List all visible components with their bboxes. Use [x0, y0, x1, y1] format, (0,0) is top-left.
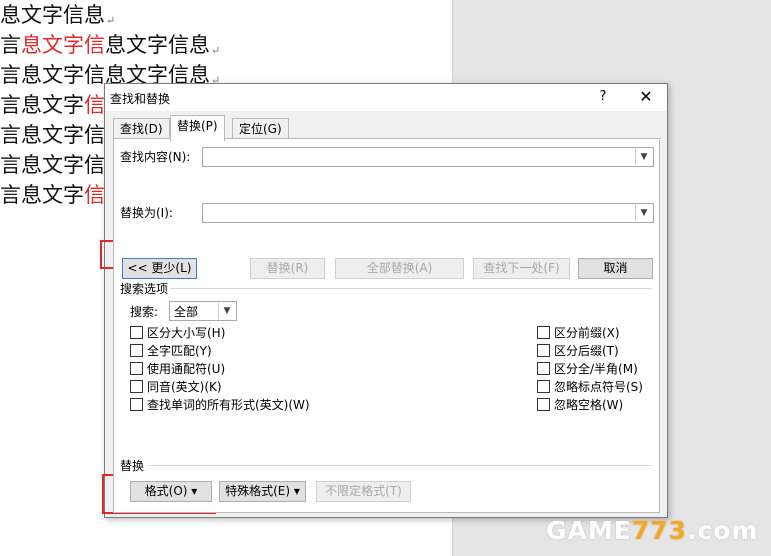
- tab-goto[interactable]: 定位(G): [232, 118, 289, 140]
- option-wildcards-label: 使用通配符(U): [147, 362, 226, 376]
- search-options-heading: 搜索选项: [120, 282, 169, 296]
- less-button[interactable]: << 更少(L): [122, 258, 197, 279]
- option-ignore-space-label: 忽略空格(W): [554, 398, 624, 412]
- checkbox-sounds-like[interactable]: [130, 380, 143, 393]
- search-direction-select[interactable]: 全部 ▼: [169, 301, 237, 321]
- doc-text-segment: 言息文字: [0, 183, 84, 207]
- help-button[interactable]: ?: [593, 87, 613, 107]
- dialog-title: 查找和替换: [110, 92, 171, 106]
- doc-text-segment: 信: [84, 183, 105, 207]
- find-next-button[interactable]: 查找下一处(F): [473, 258, 570, 279]
- dialog-titlebar[interactable]: 查找和替换 ? ✕: [105, 84, 667, 111]
- replace-section-heading: 替换: [120, 459, 145, 473]
- option-width-label: 区分全/半角(M): [554, 362, 638, 376]
- option-sounds-like-label: 同音(英文)(K): [147, 380, 222, 394]
- option-match-prefix-label: 区分前缀(X): [554, 326, 620, 340]
- format-button[interactable]: 格式(O) ▾: [130, 481, 212, 502]
- option-match-case-label: 区分大小写(H): [147, 326, 226, 340]
- find-replace-dialog: 查找和替换 ? ✕ 查找(D) 替换(P) 定位(G) 查找内容(N): ▼ 替…: [104, 83, 668, 518]
- site-watermark-logo: GAME773.com: [546, 516, 759, 545]
- doc-text-segment: 信: [84, 93, 105, 117]
- option-whole-word-label: 全字匹配(Y): [147, 344, 212, 358]
- doc-text-segment: 言息文字: [0, 93, 84, 117]
- checkbox-match-prefix[interactable]: [537, 326, 550, 339]
- no-formatting-button[interactable]: 不限定格式(T): [316, 481, 411, 502]
- chevron-down-icon[interactable]: ▼: [635, 205, 652, 221]
- option-ignore-punct-label: 忽略标点符号(S): [554, 380, 643, 394]
- replace-with-combobox[interactable]: ▼: [202, 203, 654, 223]
- chevron-down-icon[interactable]: ▼: [635, 149, 652, 165]
- replace-tab-panel: 查找内容(N): ▼ 替换为(I): ▼ << 更少(L) 替换(R) 全部替换…: [113, 138, 660, 513]
- checkbox-ignore-space[interactable]: [537, 398, 550, 411]
- checkbox-match-case[interactable]: [130, 326, 143, 339]
- watermark-suffix: .com: [687, 516, 759, 545]
- tab-find[interactable]: 查找(D): [113, 118, 170, 140]
- watermark-prefix: GAME: [546, 516, 632, 545]
- doc-line-1: 息文字信息↵: [0, 0, 115, 30]
- doc-text-segment: 息文字信息: [0, 3, 105, 27]
- doc-text-segment: 息文字信: [21, 33, 105, 57]
- checkbox-all-word-forms[interactable]: [130, 398, 143, 411]
- replace-button[interactable]: 替换(R): [250, 258, 325, 279]
- checkbox-wildcards[interactable]: [130, 362, 143, 375]
- replace-with-label: 替换为(I):: [120, 206, 173, 220]
- doc-text-segment: 言息文字信: [0, 153, 105, 177]
- doc-line-5: 言息文字信↵: [0, 120, 115, 150]
- doc-text-segment: 息文字信息: [105, 33, 210, 57]
- watermark-number: 773: [631, 516, 688, 545]
- doc-line-4: 言息文字信↵: [0, 90, 115, 120]
- option-all-word-forms-label: 查找单词的所有形式(英文)(W): [147, 398, 310, 412]
- search-direction-value: 全部: [174, 305, 199, 319]
- paragraph-mark-icon: ↵: [106, 14, 116, 27]
- checkbox-ignore-punct[interactable]: [537, 380, 550, 393]
- divider: [170, 288, 652, 289]
- tab-replace[interactable]: 替换(P): [170, 115, 225, 141]
- find-what-combobox[interactable]: ▼: [202, 147, 654, 167]
- special-format-button[interactable]: 特殊格式(E) ▾: [219, 481, 306, 502]
- divider: [148, 465, 652, 466]
- paragraph-mark-icon: ↵: [211, 44, 221, 57]
- doc-text-segment: 言: [0, 33, 21, 57]
- checkbox-width[interactable]: [537, 362, 550, 375]
- find-what-label: 查找内容(N):: [120, 150, 191, 164]
- chevron-down-icon[interactable]: ▼: [218, 303, 235, 319]
- doc-text-segment: 言息文字信: [0, 123, 105, 147]
- cancel-button[interactable]: 取消: [578, 258, 653, 279]
- checkbox-match-suffix[interactable]: [537, 344, 550, 357]
- doc-line-7: 言息文字信↵: [0, 180, 115, 210]
- search-direction-label: 搜索:: [130, 305, 159, 319]
- close-button[interactable]: ✕: [635, 87, 657, 107]
- checkbox-whole-word[interactable]: [130, 344, 143, 357]
- replace-all-button[interactable]: 全部替换(A): [335, 258, 464, 279]
- doc-line-6: 言息文字信↵: [0, 150, 115, 180]
- doc-line-2: 言息文字信息文字信息↵: [0, 30, 220, 60]
- option-match-suffix-label: 区分后缀(T): [554, 344, 619, 358]
